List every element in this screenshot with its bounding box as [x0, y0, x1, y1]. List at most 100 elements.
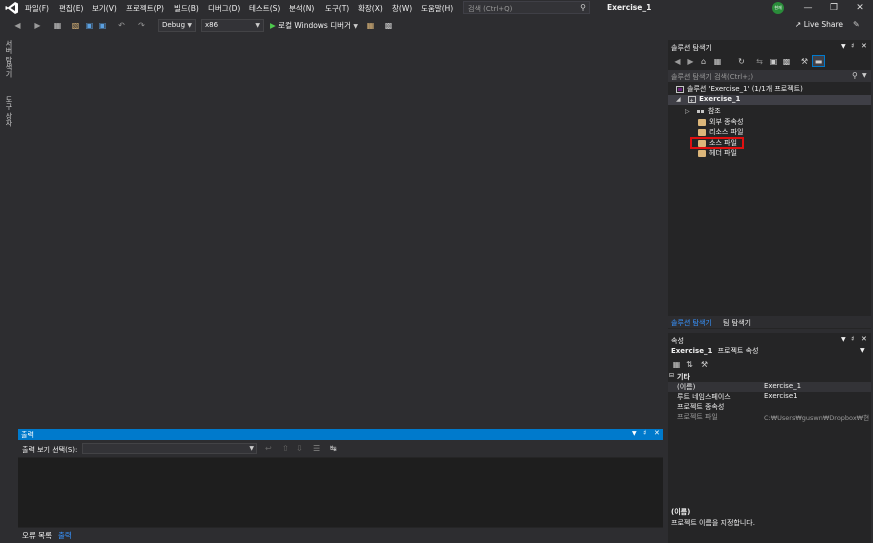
menu-window[interactable]: 창(W) — [392, 3, 412, 14]
solution-explorer-tab-strip: 솔루션 탐색기 팀 탐색기 — [668, 316, 871, 328]
folder-icon — [698, 128, 706, 136]
menu-extensions[interactable]: 확장(X) — [358, 3, 383, 14]
user-avatar[interactable]: 현재 — [772, 2, 784, 14]
tab-output[interactable]: 출력 — [58, 530, 72, 541]
show-all-files-icon[interactable]: ▩ — [781, 56, 792, 67]
close-button[interactable]: ✕ — [848, 0, 872, 16]
start-debugging-label: 로컬 Windows 디버거 — [278, 21, 351, 30]
editor-area — [16, 36, 666, 428]
output-source-select[interactable]: ▼ — [82, 443, 257, 454]
expand-down-icon[interactable]: ◢ — [676, 96, 681, 103]
tab-solution-explorer[interactable]: 솔루션 탐색기 — [671, 318, 712, 328]
menu-tools[interactable]: 도구(T) — [325, 3, 349, 14]
chevron-down-icon[interactable]: ▼ — [632, 430, 637, 437]
collapse-all-icon[interactable]: ▣ — [768, 56, 779, 67]
next-message-icon[interactable]: ⇩ — [296, 444, 303, 453]
menu-test[interactable]: 테스트(S) — [249, 3, 280, 14]
menu-analyze[interactable]: 분석(N) — [289, 3, 314, 14]
preview-selected-icon[interactable]: ▬ — [812, 55, 825, 67]
property-pages-wrench-icon[interactable]: ⚒ — [699, 359, 710, 370]
pin-icon[interactable]: ♯ — [851, 335, 854, 343]
sync-icon[interactable]: ⇆ — [754, 56, 765, 67]
platform-dropdown[interactable]: x86 ▼ — [201, 19, 264, 32]
save-icon[interactable]: ▣ — [84, 20, 95, 31]
visual-studio-logo-icon — [5, 2, 18, 14]
tab-team-explorer[interactable]: 팀 탐색기 — [723, 318, 751, 328]
properties-wrench-icon[interactable]: ⚒ — [799, 56, 810, 67]
property-value: Exercise_1 — [764, 382, 802, 390]
start-debugging-button[interactable]: ▶ 로컬 Windows 디버거 ▼ — [270, 20, 358, 31]
minimize-button[interactable]: — — [796, 0, 820, 16]
menu-edit[interactable]: 편집(E) — [59, 3, 83, 14]
menu-view[interactable]: 보기(V) — [92, 3, 117, 14]
property-row[interactable]: (이름) Exercise_1 — [668, 382, 871, 392]
property-row[interactable]: 프로젝트 파일 C:₩Users₩guswn₩Dropbox₩현준 — [668, 412, 871, 422]
undo-icon[interactable]: ↶ — [116, 20, 127, 31]
tree-item-solution[interactable]: 솔루션 'Exercise_1' (1/1개 프로젝트) — [668, 84, 871, 94]
menu-debug[interactable]: 디버그(D) — [208, 3, 240, 14]
chevron-down-icon: ▼ — [353, 23, 358, 30]
forward-icon[interactable]: ▶ — [685, 56, 696, 67]
tree-label: 외부 종속성 — [709, 118, 744, 126]
tree-item-project[interactable]: ◢ + Exercise_1 — [668, 95, 871, 105]
close-icon[interactable]: ✕ — [861, 335, 867, 343]
previous-message-icon[interactable]: ⇧ — [282, 444, 289, 453]
breakpoint-window-icon[interactable]: ▩ — [383, 20, 394, 31]
close-icon[interactable]: ✕ — [654, 429, 660, 437]
tree-item-external-dependencies[interactable]: 외부 종속성 — [668, 117, 871, 127]
menu-project[interactable]: 프로젝트(P) — [126, 3, 164, 14]
search-input[interactable]: 검색 (Ctrl+Q) ⚲ — [463, 1, 590, 14]
property-row[interactable]: 루트 네임스페이스 Exercise1 — [668, 392, 871, 402]
property-value: C:₩Users₩guswn₩Dropbox₩현준 — [764, 414, 869, 422]
tree-item-resource-files[interactable]: 리소스 파일 — [668, 127, 871, 137]
restore-button[interactable]: ❐ — [822, 0, 846, 16]
home-icon[interactable]: ⌂ — [698, 56, 709, 67]
chevron-down-icon: ▼ — [255, 22, 260, 29]
categorized-icon[interactable]: ▦ — [671, 359, 682, 370]
new-project-icon[interactable]: ▦ — [52, 20, 63, 31]
toolbox-tab[interactable]: 도구 상자 — [4, 96, 14, 126]
property-name: (이름) — [677, 383, 696, 391]
forward-icon[interactable]: ▶ — [32, 20, 43, 31]
menu-help[interactable]: 도움말(H) — [421, 3, 453, 14]
tree-item-header-files[interactable]: 헤더 파일 — [668, 148, 871, 158]
server-explorer-tab[interactable]: 서버 탐색기 — [4, 40, 14, 77]
open-folder-icon[interactable]: ▧ — [70, 20, 81, 31]
close-icon[interactable]: ✕ — [861, 42, 867, 50]
pin-icon[interactable]: ♯ — [851, 42, 854, 50]
collapse-icon[interactable]: ⊟ — [669, 372, 674, 379]
expand-right-icon[interactable]: ▷ — [685, 108, 690, 115]
word-wrap-icon[interactable]: ↹ — [330, 444, 337, 453]
bottom-tab-strip: 오류 목록 출력 — [18, 528, 663, 543]
switch-views-icon[interactable]: ▦ — [712, 56, 723, 67]
solution-config-icon[interactable]: ▦ — [365, 20, 376, 31]
share-icon: ↗ — [795, 20, 802, 29]
property-category[interactable]: ⊟ 기타 — [668, 372, 871, 382]
feedback-icon[interactable]: ✎ — [853, 20, 860, 29]
tree-item-references[interactable]: ▷ 참조 — [668, 106, 871, 116]
solution-explorer-panel: 솔루션 탐색기 ▼ ♯ ✕ ◀ ▶ ⌂ ▦ ↻ ⇆ ▣ ▩ ⚒ ▬ 솔루션 탐색… — [668, 40, 871, 329]
tree-label: Exercise_1 — [699, 95, 741, 103]
solution-explorer-search-input[interactable]: 솔루션 탐색기 검색(Ctrl+;) ⚲ ▼ — [668, 70, 871, 82]
history-icon[interactable]: ↻ — [736, 56, 747, 67]
chevron-down-icon[interactable]: ▼ — [841, 336, 846, 343]
configuration-dropdown[interactable]: Debug ▼ — [158, 19, 196, 32]
alphabetical-icon[interactable]: ⇅ — [684, 359, 695, 370]
property-row[interactable]: 프로젝트 종속성 — [668, 402, 871, 412]
pin-icon[interactable]: ♯ — [643, 429, 646, 437]
output-text-area[interactable] — [18, 458, 663, 527]
properties-object-selector[interactable]: Exercise_1 프로젝트 속성 ▼ — [668, 346, 871, 357]
left-tool-strip: 서버 탐색기 도구 상자 — [0, 36, 16, 543]
chevron-down-icon[interactable]: ▼ — [841, 43, 846, 50]
menu-build[interactable]: 빌드(B) — [174, 3, 199, 14]
live-share-button[interactable]: ↗ Live Share — [795, 20, 843, 29]
find-message-icon[interactable]: ↩ — [265, 444, 272, 453]
solution-icon — [676, 85, 684, 93]
back-icon[interactable]: ◀ — [12, 20, 23, 31]
menu-file[interactable]: 파일(F) — [25, 3, 49, 14]
save-all-icon[interactable]: ▣ — [97, 20, 108, 31]
back-icon[interactable]: ◀ — [672, 56, 683, 67]
tab-error-list[interactable]: 오류 목록 — [22, 530, 52, 541]
clear-all-icon[interactable]: ☰ — [313, 444, 320, 453]
redo-icon[interactable]: ↷ — [136, 20, 147, 31]
